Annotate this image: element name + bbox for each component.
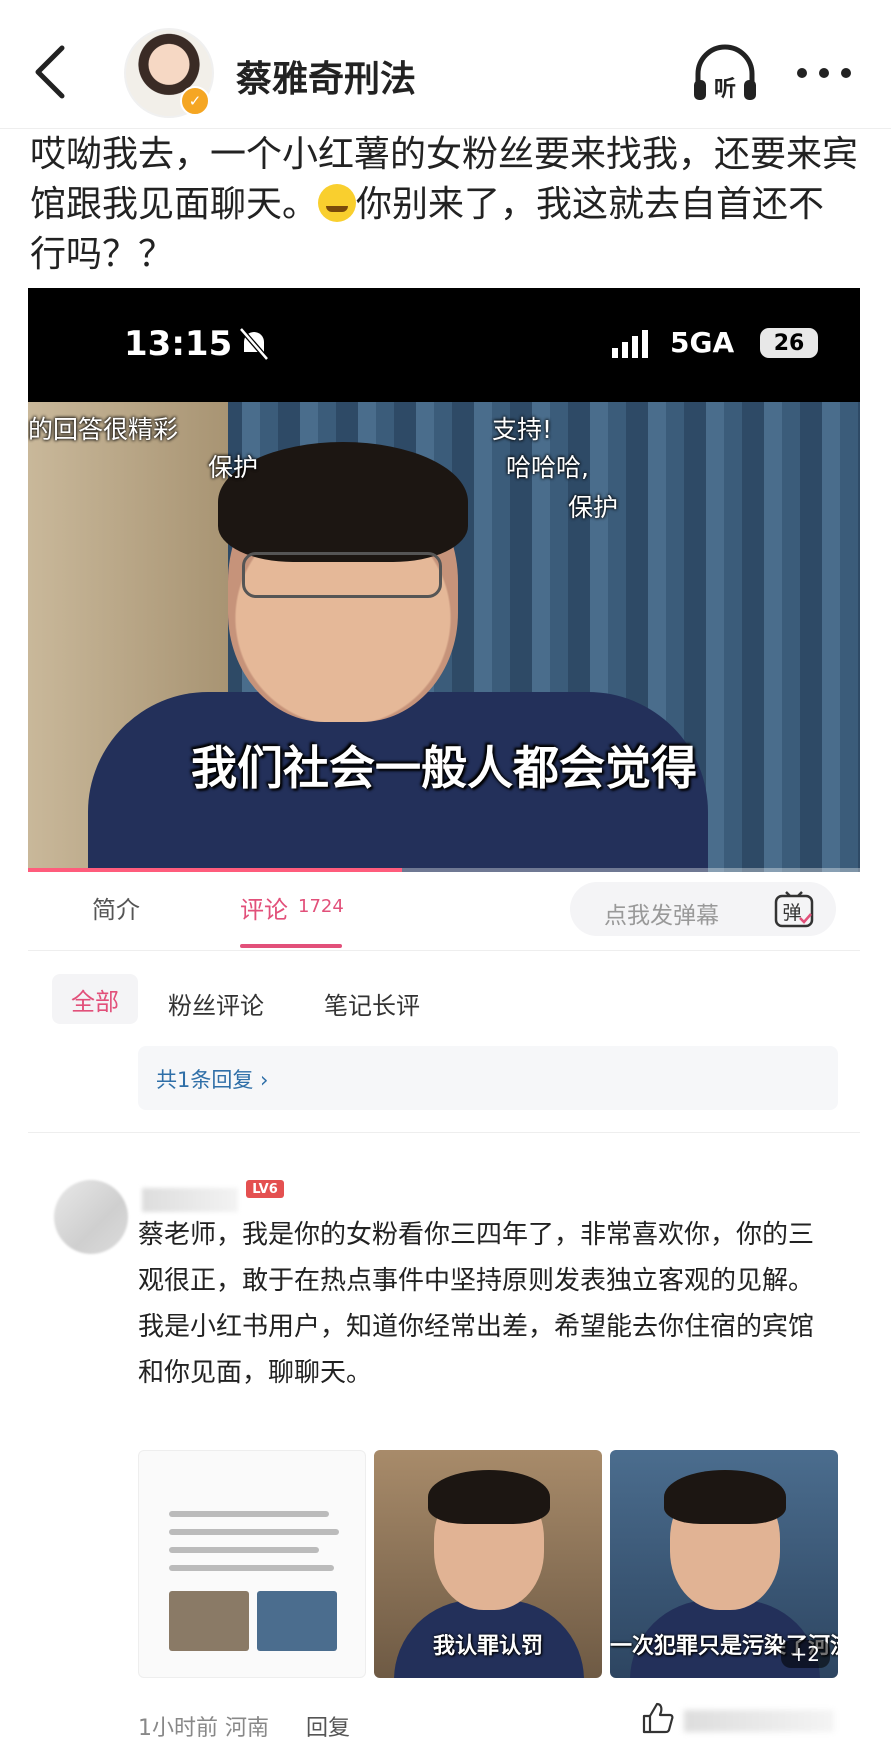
divider <box>28 1132 860 1133</box>
muted-bell-icon <box>239 327 269 361</box>
danmaku-icon-label: 弹 <box>782 902 801 924</box>
active-tab-indicator <box>240 944 342 948</box>
filter-long-notes[interactable]: 笔记长评 <box>324 986 420 1021</box>
like-count-blurred <box>684 1710 834 1732</box>
network-type: 5GA <box>670 326 735 359</box>
video-status-bar: 13:15 5GA 26 <box>28 288 860 402</box>
comment-text: 蔡老师，我是你的女粉看你三四年了，非常喜欢你，你的三观很正，敢于在热点事件中坚持… <box>138 1212 838 1396</box>
image-text-line <box>169 1529 339 1535</box>
commenter-name-blurred[interactable] <box>142 1188 238 1212</box>
image-text-line <box>169 1565 334 1571</box>
image-thumbnail <box>169 1591 249 1651</box>
comment-image[interactable]: 我认罪认罚 <box>374 1450 602 1678</box>
filter-all[interactable]: 全部 <box>52 974 138 1024</box>
signal-strength-icon <box>612 330 648 358</box>
image-thumbnail <box>257 1591 337 1651</box>
level-badge: LV6 <box>246 1180 284 1198</box>
more-options-icon[interactable] <box>792 58 856 88</box>
reply-summary-link[interactable]: 共1条回复 › <box>156 1064 268 1094</box>
tab-intro[interactable]: 简介 <box>92 890 140 925</box>
filter-fan-comments[interactable]: 粉丝评论 <box>168 986 264 1021</box>
danmaku-input-placeholder[interactable]: 点我发弹幕 <box>604 896 719 930</box>
reply-button[interactable]: 回复 <box>306 1710 350 1742</box>
tab-comments[interactable]: 评论 <box>240 890 288 925</box>
headphones-listen-icon[interactable]: 听 <box>690 44 760 104</box>
image-text-line <box>169 1547 319 1553</box>
image-caption: 我认罪认罚 <box>432 1634 543 1659</box>
listen-label: 听 <box>714 77 736 102</box>
video-progress-fill <box>28 868 403 872</box>
divider <box>28 950 860 951</box>
danmaku-comment: 哈哈哈, <box>506 453 589 482</box>
commenter-avatar[interactable] <box>54 1180 128 1254</box>
battery-icon: 26 <box>760 328 818 358</box>
comment-image-screenshot[interactable] <box>138 1450 366 1678</box>
status-time: 13:15 <box>124 324 233 364</box>
danmaku-comment: 保护 <box>568 493 619 522</box>
account-name[interactable]: 蔡雅奇刑法 <box>236 50 416 102</box>
thumbs-up-icon[interactable] <box>640 1700 676 1736</box>
comment-time-location: 1小时前 河南 <box>138 1716 269 1741</box>
post-text: 哎呦我去，一个小红薯的女粉丝要来找我，还要来宾馆跟我见面聊天。 你别来了，我这就去… <box>30 130 860 280</box>
comment-image[interactable]: 一次犯罪只是污染了河流 +2 <box>610 1450 838 1678</box>
danmaku-toggle-icon[interactable]: 弹 <box>774 890 814 930</box>
video-frame: 的回答很精彩 保护 支持! 哈哈哈, 保护 我们社会一般人都会觉得 <box>28 402 860 872</box>
thumb-person-hair <box>664 1470 786 1524</box>
video-player[interactable]: 13:15 5GA 26 的回答很精彩 保护 支持! 哈哈哈, 保护 我们社会一… <box>28 288 860 872</box>
danmaku-comment: 保护 <box>208 453 259 482</box>
image-text-line <box>169 1511 329 1517</box>
danmaku-comment: 的回答很精彩 <box>28 415 179 444</box>
comment-paragraph: 我是小红书用户，知道你经常出差，希望能去你住宿的宾馆和你见面，聊聊天。 <box>138 1312 815 1388</box>
glasses <box>242 552 442 598</box>
verified-badge-icon: ✓ <box>180 86 210 116</box>
video-subtitle: 我们社会一般人都会觉得 <box>191 741 697 795</box>
danmaku-comment: 支持! <box>492 415 553 444</box>
back-arrow-icon[interactable] <box>28 40 72 104</box>
comment-paragraph: 蔡老师，我是你的女粉看你三四年了，非常喜欢你，你的三观很正，敢于在热点事件中坚持… <box>138 1220 815 1296</box>
more-images-count[interactable]: +2 <box>780 1640 830 1668</box>
smirk-emoji-icon <box>318 184 357 222</box>
comments-count: 1724 <box>298 896 344 917</box>
thumb-person-hair <box>428 1470 550 1524</box>
